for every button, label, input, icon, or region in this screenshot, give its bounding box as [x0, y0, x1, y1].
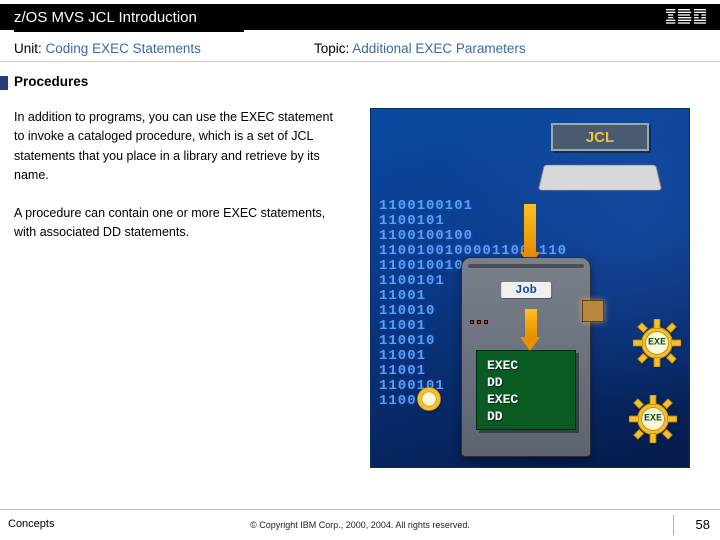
arrow-2-head: [520, 337, 540, 351]
illustration-panel: 1100100101 1100101 1100100100 1100100100…: [370, 108, 690, 468]
arrow-2: [525, 309, 537, 337]
chip-icon: [582, 300, 604, 322]
paragraph-2: A procedure can contain one or more EXEC…: [14, 204, 344, 243]
paragraph-1: In addition to programs, you can use the…: [14, 108, 344, 186]
arrow-1: [524, 204, 536, 252]
topic-meta: Topic: Additional EXEC Parameters: [314, 41, 526, 56]
footer-divider: [0, 509, 720, 510]
meta-row: Unit: Coding EXEC Statements Topic: Addi…: [0, 36, 720, 62]
exec-line-4: DD: [487, 408, 565, 425]
unit-meta: Unit: Coding EXEC Statements: [14, 41, 314, 56]
footer-sep: [673, 515, 674, 535]
gear-icon-2: EXE: [629, 395, 677, 443]
job-label: Job: [501, 282, 551, 298]
exec-panel: EXEC DD EXEC DD: [476, 350, 576, 430]
exec-line-2: DD: [487, 374, 565, 391]
page-number: 58: [696, 517, 710, 532]
jcl-label-box: JCL: [551, 123, 649, 151]
course-title: z/OS MVS JCL Introduction: [14, 9, 666, 26]
title-bar: z/OS MVS JCL Introduction: [0, 4, 720, 30]
unit-label: Unit:: [14, 41, 42, 56]
title-underline: [14, 30, 244, 32]
topic-value: Additional EXEC Parameters: [352, 41, 525, 56]
gear-icon-1: EXE: [633, 319, 681, 367]
topic-label: Topic:: [314, 41, 349, 56]
exec-line-3: EXEC: [487, 391, 565, 408]
gear-label-2: EXE: [644, 414, 662, 425]
section-marker-icon: [0, 76, 8, 90]
section-heading: Procedures: [14, 74, 88, 89]
exec-line-1: EXEC: [487, 357, 565, 374]
gear-icon-3: [411, 381, 447, 417]
keyboard-icon: [541, 157, 659, 197]
unit-value: Coding EXEC Statements: [46, 41, 201, 56]
server-tower: Job EXEC DD EXEC DD: [461, 257, 591, 457]
footer-copyright: © Copyright IBM Corp., 2000, 2004. All r…: [0, 520, 720, 530]
ibm-logo: [666, 9, 706, 25]
gear-label-1: EXE: [648, 338, 666, 349]
body-text: In addition to programs, you can use the…: [14, 108, 344, 260]
tower-lights: [470, 320, 488, 324]
